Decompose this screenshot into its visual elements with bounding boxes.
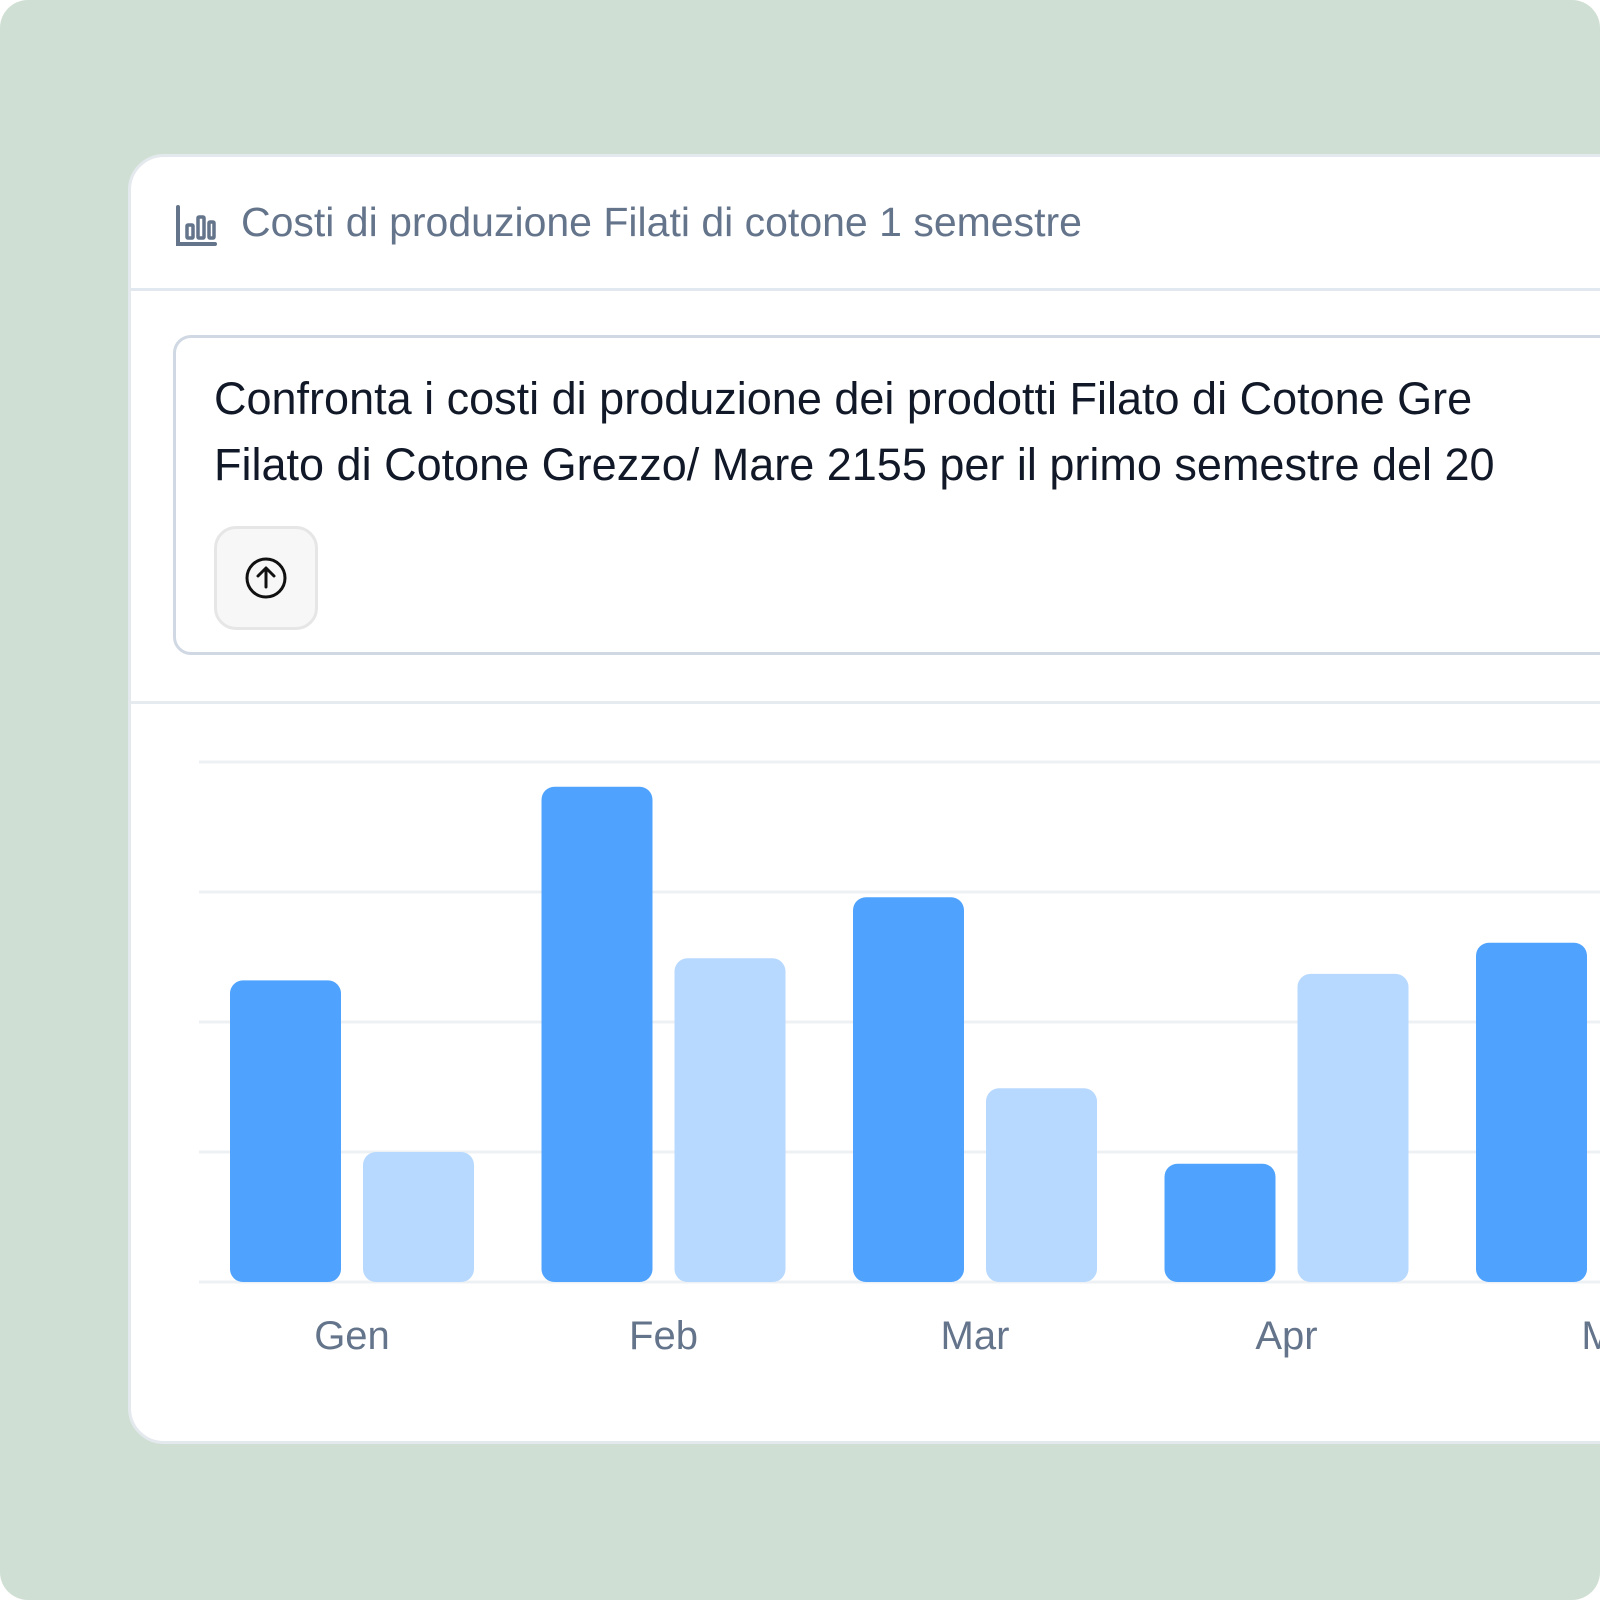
page-title: Costi di produzione Filati di cotone 1 s…	[241, 199, 1082, 245]
chart-card: Costi di produzione Filati di cotone 1 s…	[128, 154, 1600, 1444]
bar-mar-series-2	[986, 1088, 1097, 1282]
prompt-input[interactable]: Confronta i costi di produzione dei prod…	[173, 335, 1600, 655]
bar-chart: Gen Feb Mar Apr M	[131, 704, 1600, 1441]
prompt-text[interactable]: Confronta i costi di produzione dei prod…	[214, 366, 1600, 498]
x-tick-label: Apr	[1255, 1314, 1318, 1358]
card-header: Costi di produzione Filati di cotone 1 s…	[131, 157, 1600, 291]
bar-gen-series-1	[230, 980, 341, 1282]
bar-gen-series-2	[363, 1152, 474, 1282]
bar-mar-series-1	[853, 897, 964, 1282]
prompt-line-1: Confronta i costi di produzione dei prod…	[214, 373, 1473, 424]
x-tick-label: Gen	[314, 1314, 390, 1358]
send-button[interactable]	[214, 526, 318, 630]
bar-feb-series-2	[674, 958, 786, 1282]
bar-apr-series-2	[1297, 973, 1409, 1282]
bar-feb-series-1	[541, 786, 653, 1282]
arrow-up-circle-icon	[245, 557, 287, 599]
bar-apr-series-1	[1164, 1163, 1276, 1282]
bar-chart-icon	[176, 205, 217, 246]
bar-m-series-1	[1476, 942, 1587, 1282]
x-tick-label: M	[1498, 1314, 1600, 1359]
prompt-line-2: Filato di Cotone Grezzo/ Mare 2155 per i…	[214, 439, 1495, 490]
background-frame: Costi di produzione Filati di cotone 1 s…	[0, 0, 1600, 1600]
x-tick-label: Mar	[940, 1314, 1010, 1358]
x-tick-label: Feb	[629, 1314, 698, 1358]
